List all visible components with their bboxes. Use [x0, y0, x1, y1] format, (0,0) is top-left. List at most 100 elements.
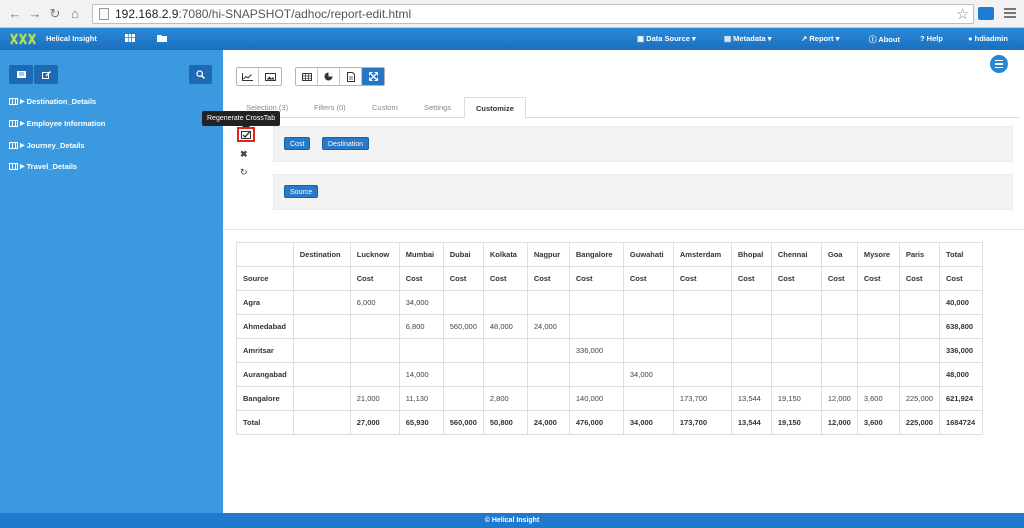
sidebar-search-button[interactable] — [189, 65, 212, 84]
table-subheader-row: Source Cost Cost Cost Cost Cost Cost Cost Cost Co… — [236, 266, 983, 291]
folder-icon[interactable] — [157, 33, 167, 43]
table-cell: Cost — [568, 266, 624, 291]
table-icon — [9, 163, 18, 170]
table-cell: 24,000 — [526, 314, 570, 339]
back-icon[interactable]: ← — [6, 5, 24, 23]
table-cell: 225,000 — [898, 386, 940, 411]
menu-data-source[interactable]: ▣ Data Source ▾ — [637, 34, 696, 43]
sidebar-item-journey-details[interactable]: ▶ Journey_Details — [9, 141, 85, 150]
columns-drop-zone[interactable]: Cost Destination — [273, 126, 1013, 162]
table-cell: 2,800 — [482, 386, 528, 411]
bookmark-star-icon[interactable]: ☆ — [956, 5, 969, 23]
table-cell: Cost — [526, 266, 570, 291]
rows-drop-zone[interactable]: Source — [273, 174, 1013, 210]
menu-about[interactable]: ⓘ About — [869, 34, 900, 45]
table-icon — [301, 72, 312, 81]
regenerate-tooltip: Regenerate CrossTab — [202, 111, 281, 130]
table-cell: Mysore — [856, 242, 900, 267]
table-cell: 19,150 — [770, 386, 822, 411]
tab-filters[interactable]: Filters (0) — [314, 103, 346, 112]
home-icon[interactable]: ⌂ — [66, 5, 84, 23]
table-cell: 173,700 — [672, 386, 732, 411]
document-icon — [346, 71, 355, 82]
table-cell: 6,000 — [349, 290, 400, 315]
table-cell: 50,800 — [482, 410, 528, 435]
table-cell — [622, 314, 674, 339]
table-cell — [672, 290, 732, 315]
caret-right-icon: ▶ — [20, 143, 25, 149]
browser-menu-icon[interactable] — [1004, 6, 1016, 20]
view-toolbar-group — [295, 67, 385, 86]
table-cell: 173,700 — [672, 410, 732, 435]
table-cell: Cost — [398, 266, 444, 291]
table-cell: Chennai — [770, 242, 822, 267]
sidebar-item-employee-information[interactable]: ▶ Employee Information — [9, 119, 105, 128]
url-path: :7080/hi-SNAPSHOT/adhoc/report-edit.html — [178, 7, 412, 21]
table-cell: Ahmedabad — [236, 314, 294, 339]
table-cell: 40,000 — [938, 290, 983, 315]
menu-help[interactable]: ? Help — [920, 34, 943, 43]
table-cell — [526, 338, 570, 363]
address-bar[interactable]: 192.168.2.9:7080/hi-SNAPSHOT/adhoc/repor… — [92, 4, 974, 24]
helical-logo-icon — [10, 33, 36, 45]
table-cell — [770, 362, 822, 387]
table-cell: Aurangabad — [236, 362, 294, 387]
column-chip-destination[interactable]: Destination — [322, 137, 370, 150]
menu-user[interactable]: ● hdiadmin — [968, 34, 1008, 43]
sidebar-item-destination-details[interactable]: ▶ Destination_Details — [9, 97, 96, 106]
pie-chart-button[interactable] — [318, 68, 340, 85]
menu-data-source-label: Data Source — [646, 34, 690, 43]
table-cell — [292, 290, 351, 315]
list-icon — [16, 71, 26, 78]
table-icon — [9, 98, 18, 105]
table-cell — [526, 290, 570, 315]
table-cell — [770, 314, 822, 339]
tab-custom[interactable]: Custom — [372, 103, 398, 112]
crosstab-button[interactable] — [362, 68, 384, 85]
refresh-icon[interactable]: ↻ — [240, 167, 248, 178]
tab-customize[interactable]: Customize — [464, 97, 526, 119]
table-cell — [236, 242, 294, 267]
table-cell — [730, 338, 772, 363]
table-cell — [820, 290, 858, 315]
table-cell: 48,000 — [938, 362, 983, 387]
menu-help-label: Help — [926, 34, 943, 43]
options-menu-icon[interactable] — [990, 55, 1008, 73]
table-cell — [568, 314, 624, 339]
forward-icon[interactable]: → — [26, 5, 44, 23]
table-cell: Nagpur — [526, 242, 570, 267]
table-cell — [292, 362, 351, 387]
regenerate-crosstab-button[interactable] — [237, 127, 255, 142]
image-icon — [264, 72, 276, 81]
table-cell: Kolkata — [482, 242, 528, 267]
row-chip-source[interactable]: Source — [284, 185, 319, 198]
table-cell — [622, 290, 674, 315]
table-view-button[interactable] — [296, 68, 318, 85]
tab-settings[interactable]: Settings — [424, 103, 451, 112]
table-cell: Bangalore — [568, 242, 624, 267]
menu-report[interactable]: ↗ Report ▾ — [801, 34, 839, 43]
menu-user-label: hdiadmin — [974, 34, 1008, 43]
sidebar-item-travel-details[interactable]: ▶ Travel_Details — [9, 162, 77, 171]
image-button[interactable] — [259, 68, 281, 85]
sidebar-item-label: Employee Information — [26, 119, 106, 128]
close-icon[interactable]: ✖ — [240, 149, 248, 160]
sidebar-item-label: Journey_Details — [26, 141, 85, 150]
reload-icon[interactable]: ↻ — [46, 5, 64, 23]
table-cell — [292, 410, 351, 435]
column-chip-cost[interactable]: Cost — [284, 137, 311, 150]
extension-icon[interactable] — [978, 7, 994, 20]
table-row: Amritsar 336,000 336,000 — [236, 338, 983, 363]
table-cell — [292, 338, 351, 363]
table-cell — [622, 386, 674, 411]
table-cell: 12,000 — [820, 386, 858, 411]
document-button[interactable] — [340, 68, 362, 85]
brand-title: Helical Insight — [46, 34, 97, 43]
table-row: Bangalore 21,000 11,130 2,800 140,000 173,700… — [236, 386, 983, 411]
check-square-icon — [241, 130, 251, 139]
sidebar-list-button[interactable] — [9, 65, 33, 84]
sidebar-edit-button[interactable] — [34, 65, 58, 84]
line-chart-button[interactable] — [237, 68, 259, 85]
menu-metadata[interactable]: ▤ Metadata ▾ — [724, 34, 772, 43]
grid-apps-icon[interactable] — [125, 33, 135, 43]
